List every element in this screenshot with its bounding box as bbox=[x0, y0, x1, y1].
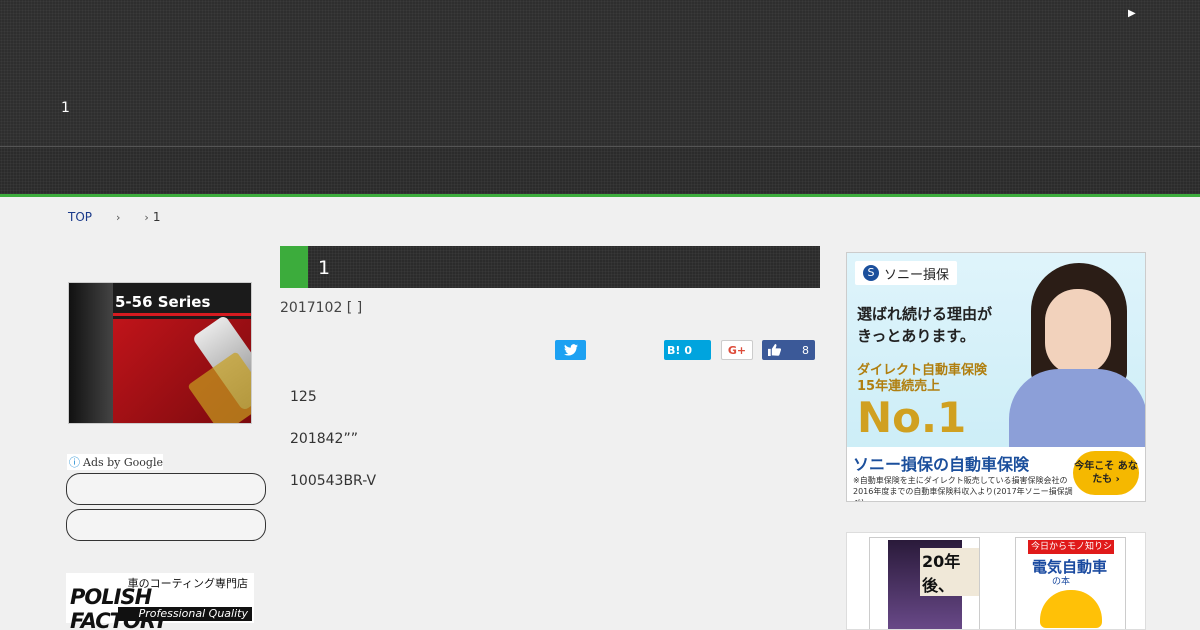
play-icon[interactable]: ▶ bbox=[1128, 8, 1136, 19]
ad-no1-text: No.1 bbox=[857, 393, 967, 442]
hatena-icon: B! bbox=[667, 343, 681, 357]
article-paragraph: 201842”” bbox=[290, 431, 358, 447]
sidebar-banner-556[interactable]: 5-56 Series bbox=[68, 282, 252, 424]
thumbs-up-icon bbox=[768, 344, 781, 356]
ad-footnote: ※自動車保険を主にダイレクト販売している損害保険会社の2016年度までの自動車保… bbox=[853, 476, 1073, 501]
title-accent bbox=[280, 246, 308, 288]
sony-logo-text: ソニー損保 bbox=[884, 267, 950, 283]
ad-cta-badge[interactable]: 今年こそ あなたも › bbox=[1073, 451, 1139, 495]
info-icon[interactable]: ⓘ bbox=[69, 454, 80, 470]
book-subtitle: の本 bbox=[1052, 577, 1071, 587]
sony-logo: S ソニー損保 bbox=[855, 261, 958, 285]
article-paragraph: 125 bbox=[290, 389, 317, 405]
article-date: 2017102 [ ] bbox=[280, 300, 363, 316]
polish-quality-text: Professional Quality bbox=[118, 607, 252, 621]
article-title-bar: 1 bbox=[280, 246, 820, 288]
book-recommendations: 20年後、 今日からモノ知りシリーズ 電気自動車 の本 bbox=[846, 532, 1146, 630]
sony-logo-mark-icon: S bbox=[863, 265, 879, 281]
nav-accent-line bbox=[0, 194, 1200, 197]
ads-by-google-label: Ads by Google bbox=[83, 455, 163, 469]
site-header: ▶ 1 bbox=[0, 0, 1200, 146]
twitter-share-button[interactable] bbox=[555, 340, 586, 360]
breadcrumb-top-link[interactable]: TOP bbox=[68, 210, 92, 224]
model-face bbox=[1045, 289, 1111, 375]
ad-headline-1: 選ばれ続ける理由が bbox=[857, 305, 993, 323]
chevron-right-icon: › bbox=[116, 210, 121, 224]
book-item[interactable]: 20年後、 bbox=[869, 537, 980, 629]
ad-bottom-panel: ソニー損保の自動車保険 ※自動車保険を主にダイレクト販売している損害保険会社の2… bbox=[847, 447, 1145, 501]
ad-link-button-1[interactable] bbox=[66, 473, 266, 505]
ad-link-button-2[interactable] bbox=[66, 509, 266, 541]
model-body bbox=[1009, 369, 1145, 449]
breadcrumb-current: 1 bbox=[152, 210, 161, 224]
global-nav bbox=[0, 146, 1200, 194]
ads-by-google[interactable]: ⓘ Ads by Google bbox=[67, 454, 163, 470]
article-title: 1 bbox=[318, 257, 331, 279]
facebook-like-button[interactable]: 8 bbox=[762, 340, 815, 360]
breadcrumb: TOP › › 1 bbox=[68, 210, 160, 224]
article-paragraph: 100543BR-V bbox=[290, 473, 377, 489]
book-series-band: 今日からモノ知りシリーズ bbox=[1028, 540, 1114, 566]
book-title: 20年後、 bbox=[920, 548, 979, 596]
hatena-bookmark-button[interactable]: B! 0 bbox=[664, 340, 711, 360]
ad-subline-2: 15年連続売上 bbox=[857, 379, 941, 394]
google-plus-icon: G+ bbox=[727, 343, 747, 357]
banner-title: 5-56 Series bbox=[115, 293, 211, 311]
book-item[interactable]: 今日からモノ知りシリーズ 電気自動車 の本 bbox=[1015, 537, 1126, 629]
google-plus-button[interactable]: G+ bbox=[721, 340, 753, 360]
ad-headline-2: きっとあります。 bbox=[857, 327, 975, 345]
twitter-icon bbox=[563, 344, 578, 356]
hatena-count: 0 bbox=[684, 343, 693, 357]
site-title[interactable]: 1 bbox=[61, 100, 70, 116]
banner-side-panel bbox=[69, 283, 113, 423]
ad-bottom-title: ソニー損保の自動車保険 bbox=[853, 455, 1030, 474]
facebook-like-count: 8 bbox=[802, 343, 809, 357]
polish-factory-banner[interactable]: 車のコーティング専門店 POLISH FACTORY Professional … bbox=[66, 573, 254, 630]
sony-insurance-ad[interactable]: S ソニー損保 選ばれ続ける理由が きっとあります。 ダイレクト自動車保険 15… bbox=[846, 252, 1146, 502]
ad-model-photo bbox=[1009, 263, 1145, 449]
chevron-right-icon: › bbox=[144, 210, 149, 224]
banner-red-bar bbox=[113, 313, 251, 316]
